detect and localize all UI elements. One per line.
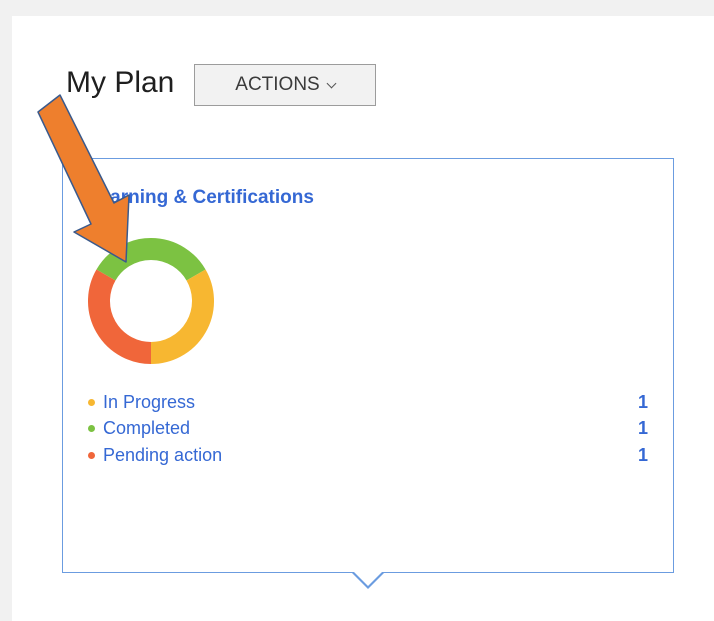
in-progress-dot-icon — [88, 398, 95, 406]
legend-count: 1 — [637, 391, 648, 412]
actions-button-label: ACTIONS — [235, 74, 320, 95]
donut-slice-pending-action[interactable] — [88, 269, 152, 364]
legend-item-pending-action[interactable]: Pending action 1 — [88, 442, 648, 469]
legend-item-in-progress[interactable]: In Progress 1 — [88, 389, 648, 416]
status-legend: In Progress 1 Completed 1 Pending action… — [88, 389, 648, 469]
card-title[interactable]: Learning & Certifications — [88, 187, 314, 209]
learning-certifications-card[interactable] — [62, 158, 674, 573]
legend-label: Completed — [103, 418, 191, 439]
legend-label: In Progress — [103, 391, 196, 412]
legend-count: 1 — [637, 418, 648, 439]
chevron-down-icon — [326, 78, 337, 88]
donut-slice-completed[interactable] — [96, 238, 206, 281]
donut-slice-in-progress[interactable] — [150, 269, 214, 364]
legend-item-completed[interactable]: Completed 1 — [88, 416, 648, 443]
pending-action-dot-icon — [88, 451, 95, 459]
status-donut-chart[interactable] — [88, 238, 214, 364]
page-title: My Plan — [66, 66, 175, 99]
actions-button[interactable]: ACTIONS — [194, 64, 376, 106]
card-pointer-fill — [353, 571, 383, 586]
legend-label: Pending action — [103, 444, 223, 465]
completed-dot-icon — [88, 425, 95, 433]
legend-count: 1 — [637, 444, 648, 465]
